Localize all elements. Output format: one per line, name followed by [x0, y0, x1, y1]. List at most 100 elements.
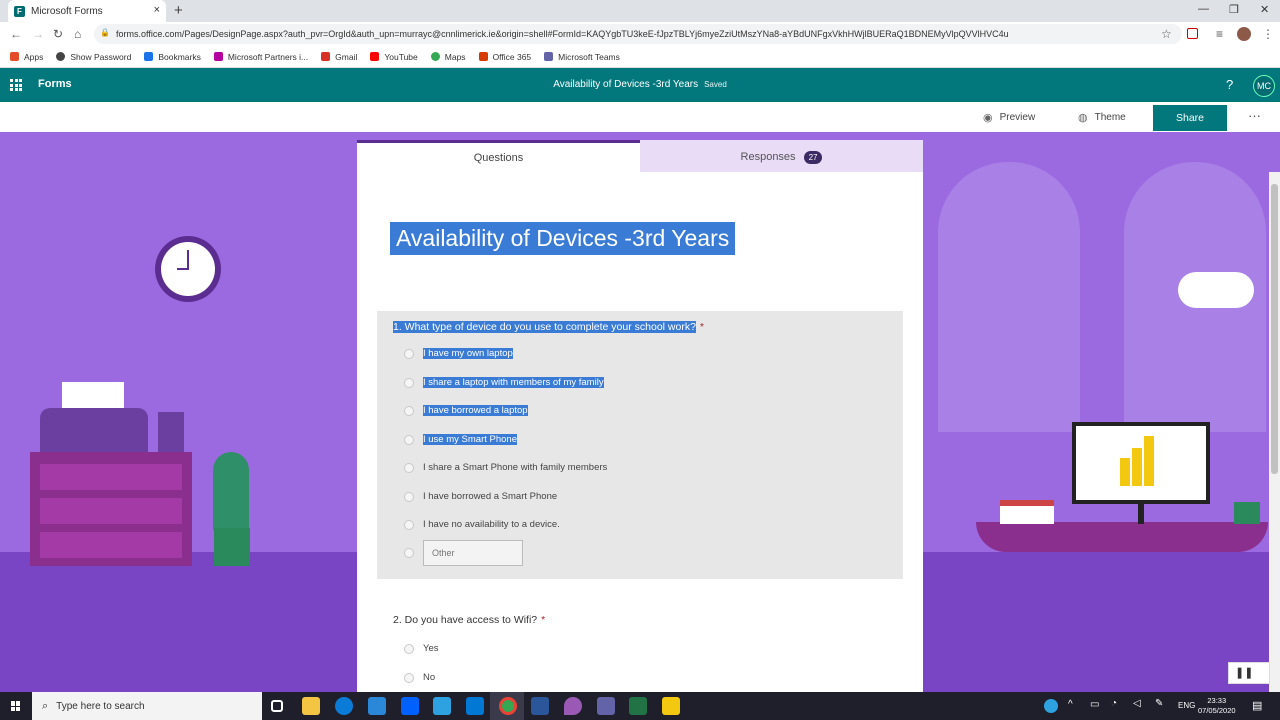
avatar[interactable]: MC: [1253, 75, 1275, 97]
question-2-text[interactable]: 2. Do you have access to Wifi? *: [393, 614, 545, 626]
windows-taskbar: ⌕ Type here to search ^ ▭ ◔ ◁ ✎ ENG 23:3…: [0, 692, 1280, 720]
option-row[interactable]: Yes: [404, 643, 439, 654]
close-window-button[interactable]: ✕: [1260, 3, 1269, 16]
pen-icon[interactable]: ✎: [1155, 698, 1163, 709]
mug-illustration: [1234, 502, 1260, 524]
bookmark-apps[interactable]: Apps: [10, 52, 43, 62]
excel-icon[interactable]: [629, 697, 647, 715]
printer-illustration: [40, 408, 148, 454]
file-explorer-icon[interactable]: [302, 697, 320, 715]
option-other-row[interactable]: Other: [404, 540, 523, 566]
radio-button[interactable]: [404, 377, 414, 388]
radio-button[interactable]: [404, 348, 414, 359]
app-blue-icon[interactable]: [433, 697, 451, 715]
help-tray-icon[interactable]: [1044, 699, 1058, 713]
radio-button[interactable]: [404, 405, 414, 416]
forms-favicon-icon: F: [14, 5, 25, 17]
taskbar-clock[interactable]: 23:33 07/05/2020: [1198, 696, 1236, 716]
volume-icon[interactable]: ◁: [1133, 698, 1141, 709]
browser-tab[interactable]: F Microsoft Forms ×: [8, 0, 166, 22]
taskbar-search[interactable]: ⌕ Type here to search: [32, 692, 262, 720]
dropbox-icon[interactable]: [401, 697, 419, 715]
form-title[interactable]: Availability of Devices -3rd Years: [390, 222, 736, 255]
help-icon[interactable]: ?: [1226, 77, 1233, 92]
option-row[interactable]: No: [404, 672, 435, 683]
recording-pause-widget[interactable]: ❚❚: [1228, 662, 1270, 684]
tab-questions[interactable]: Questions: [357, 140, 640, 172]
word-icon[interactable]: [531, 697, 549, 715]
chrome-icon[interactable]: [499, 697, 517, 715]
home-icon[interactable]: ⌂: [74, 27, 81, 41]
palette-icon: ◍: [1078, 112, 1088, 124]
bookmark-office365[interactable]: Office 365: [478, 52, 531, 62]
pause-icon[interactable]: ❚❚: [1235, 667, 1253, 679]
reload-icon[interactable]: ↻: [53, 27, 63, 41]
bookmark-gmail[interactable]: Gmail: [321, 52, 357, 62]
battery-icon[interactable]: ▭: [1090, 699, 1099, 710]
new-tab-button[interactable]: +: [174, 2, 183, 19]
gmail-icon: [321, 52, 331, 61]
notifications-icon[interactable]: ▤: [1252, 699, 1262, 712]
back-icon[interactable]: ←: [10, 27, 22, 41]
header-form-title: Availability of Devices -3rd Years Saved: [553, 79, 727, 90]
teams-taskbar-icon[interactable]: [597, 697, 615, 715]
windows-logo-icon: [11, 701, 21, 711]
lock-icon[interactable]: 🔒: [100, 28, 110, 37]
menu-icon[interactable]: ⋮: [1262, 27, 1274, 41]
radio-button[interactable]: [404, 491, 414, 502]
radio-button[interactable]: [404, 672, 414, 683]
more-options-icon[interactable]: ···: [1248, 108, 1261, 123]
theme-button[interactable]: ◍ Theme: [1078, 111, 1126, 124]
forward-icon[interactable]: →: [32, 27, 44, 41]
bookmark-show-password[interactable]: Show Password: [56, 52, 131, 62]
profile-avatar[interactable]: [1237, 27, 1251, 41]
bookmark-teams[interactable]: Microsoft Teams: [544, 52, 620, 62]
monitor-illustration: [1072, 422, 1210, 504]
plant-illustration: [213, 452, 249, 532]
maximize-button[interactable]: ❐: [1229, 3, 1239, 16]
scrollbar-thumb[interactable]: [1271, 184, 1278, 474]
bookmark-youtube[interactable]: YouTube: [370, 52, 418, 62]
bookmark-microsoft-partners[interactable]: Microsoft Partners i...: [213, 52, 308, 62]
option-row[interactable]: I have my own laptop: [404, 348, 513, 359]
address-bar-row: ← → ↻ ⌂ forms.office.com/Pages/DesignPag…: [0, 22, 1280, 46]
option-row[interactable]: I share a laptop with members of my fami…: [404, 377, 604, 388]
other-input[interactable]: Other: [423, 540, 523, 566]
edge-icon[interactable]: [335, 697, 353, 715]
language-indicator[interactable]: ENG: [1178, 701, 1195, 710]
extension-icon[interactable]: [1187, 28, 1198, 39]
chevron-up-icon[interactable]: ^: [1068, 699, 1073, 710]
start-button[interactable]: [0, 692, 32, 720]
search-icon: ⌕: [42, 699, 49, 712]
share-button[interactable]: Share: [1153, 105, 1227, 131]
preview-button[interactable]: ◉ Preview: [983, 111, 1035, 124]
reading-list-icon[interactable]: ≡: [1216, 27, 1223, 41]
question-1-card[interactable]: 1. What type of device do you use to com…: [377, 311, 903, 579]
option-row[interactable]: I share a Smart Phone with family member…: [404, 462, 607, 473]
eye-icon: ◉: [983, 112, 993, 124]
page-scrollbar[interactable]: [1269, 172, 1280, 692]
star-icon[interactable]: ☆: [1161, 27, 1172, 41]
tab-responses[interactable]: Responses 27: [640, 140, 923, 172]
minimize-button[interactable]: —: [1198, 3, 1209, 15]
app-purple-icon[interactable]: [564, 697, 582, 715]
plant-pot-illustration: [214, 528, 250, 566]
bookmark-maps[interactable]: Maps: [430, 52, 466, 62]
option-row[interactable]: I use my Smart Phone: [404, 434, 517, 445]
store-icon[interactable]: [368, 697, 386, 715]
mail-icon[interactable]: [466, 697, 484, 715]
app-yellow-icon[interactable]: [662, 697, 680, 715]
task-view-icon[interactable]: [271, 700, 283, 712]
option-row[interactable]: I have borrowed a Smart Phone: [404, 491, 557, 502]
wifi-icon[interactable]: ◔: [1111, 698, 1117, 709]
url-input[interactable]: forms.office.com/Pages/DesignPage.aspx?a…: [94, 24, 1182, 44]
radio-button[interactable]: [404, 519, 414, 530]
tab-close-icon[interactable]: ×: [154, 4, 160, 16]
radio-button[interactable]: [404, 643, 414, 654]
option-row[interactable]: I have no availability to a device.: [404, 519, 560, 530]
bookmark-bookmarks[interactable]: Bookmarks: [144, 52, 201, 62]
radio-button[interactable]: [404, 462, 414, 473]
option-row[interactable]: I have borrowed a laptop: [404, 405, 528, 416]
radio-button[interactable]: [404, 548, 414, 558]
radio-button[interactable]: [404, 434, 414, 445]
